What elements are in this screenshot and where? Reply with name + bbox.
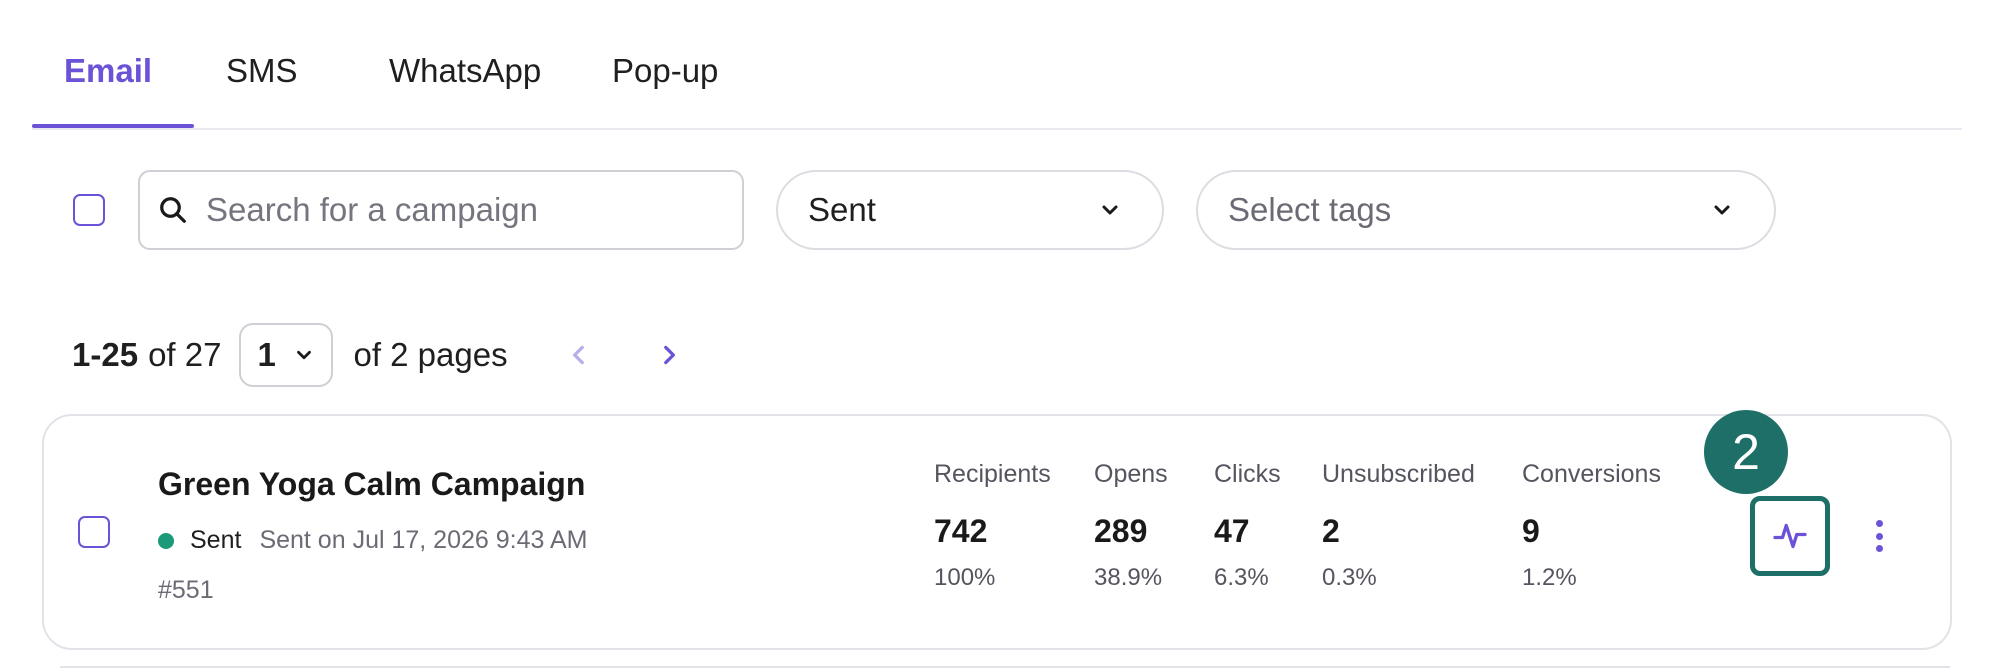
status-badge: Sent — [190, 526, 242, 554]
tab-popup[interactable]: Pop-up — [612, 52, 718, 90]
metric-label: Unsubscribed — [1322, 460, 1475, 488]
metric-percent: 1.2% — [1522, 564, 1577, 591]
metric-value: 2 — [1322, 513, 1340, 549]
campaigns-page: Email SMS WhatsApp Pop-up Sent Select ta… — [0, 0, 1992, 670]
tab-email[interactable]: Email — [64, 52, 152, 90]
more-dot — [1875, 545, 1883, 552]
campaign-title[interactable]: Green Yoga Calm Campaign — [158, 466, 585, 503]
metric-value: 742 — [934, 513, 988, 549]
current-page-value: 1 — [257, 336, 276, 373]
more-actions-button[interactable] — [1864, 516, 1894, 556]
activity-report-icon — [1773, 523, 1807, 549]
status-dot-icon — [158, 532, 174, 549]
chevron-down-icon — [297, 350, 312, 360]
metric-label: Conversions — [1522, 460, 1661, 488]
chevron-down-icon — [1714, 205, 1730, 215]
chevron-right-icon — [664, 345, 675, 365]
metric-opens: Opens 289 38.9% — [1094, 460, 1168, 592]
tab-sms[interactable]: SMS — [226, 52, 298, 90]
previous-page-button[interactable] — [562, 338, 596, 372]
metric-value: 47 — [1214, 513, 1250, 549]
next-page-button[interactable] — [652, 338, 686, 372]
metric-value: 9 — [1522, 513, 1540, 549]
status-dropdown-value: Sent — [808, 191, 876, 228]
metric-recipients: Recipients 742 100% — [934, 460, 1051, 592]
metric-label: Clicks — [1214, 460, 1281, 488]
metric-unsubscribed: Unsubscribed 2 0.3% — [1322, 460, 1475, 592]
campaign-checkbox[interactable] — [78, 516, 110, 548]
tags-dropdown[interactable]: Select tags — [1196, 170, 1776, 250]
metric-conversions: Conversions 9 1.2% — [1522, 460, 1661, 592]
chevron-left-icon — [573, 345, 584, 365]
tab-whatsapp[interactable]: WhatsApp — [389, 52, 541, 90]
campaign-status-row: Sent Sent on Jul 17, 2026 9:43 AM — [158, 526, 587, 555]
step-number-badge: 2 — [1704, 410, 1788, 494]
search-input[interactable] — [206, 191, 706, 229]
pagination-range: 1-25 — [72, 336, 139, 373]
metric-clicks: Clicks 47 6.3% — [1214, 460, 1281, 592]
more-dot — [1875, 532, 1883, 540]
campaign-id: #551 — [158, 576, 214, 604]
tags-dropdown-placeholder: Select tags — [1228, 191, 1392, 228]
active-tab-underline — [32, 124, 194, 128]
channel-tabs: Email SMS WhatsApp Pop-up — [32, 0, 1962, 130]
pagination: 1-25 of 27 1 of 2 pages — [72, 322, 508, 388]
search-icon — [160, 197, 186, 223]
next-card-edge — [60, 666, 1950, 670]
page-number-select[interactable]: 1 — [239, 323, 334, 387]
select-all-checkbox[interactable] — [73, 194, 105, 226]
pagination-total: of 27 — [148, 336, 222, 373]
more-vertical-icon — [1875, 520, 1883, 527]
view-report-button[interactable] — [1750, 496, 1830, 576]
metric-label: Opens — [1094, 460, 1168, 488]
sent-date: Sent on Jul 17, 2026 9:43 AM — [259, 526, 588, 554]
metric-percent: 0.3% — [1322, 564, 1377, 591]
metric-percent: 6.3% — [1214, 564, 1269, 591]
pagination-page-count: of 2 pages — [353, 336, 508, 373]
metric-percent: 38.9% — [1094, 564, 1163, 591]
metric-value: 289 — [1094, 513, 1148, 549]
metric-percent: 100% — [934, 564, 996, 591]
status-dropdown[interactable]: Sent — [776, 170, 1164, 250]
campaign-card[interactable]: Green Yoga Calm Campaign Sent Sent on Ju… — [42, 414, 1952, 650]
metric-label: Recipients — [934, 460, 1051, 488]
search-field[interactable] — [138, 170, 744, 250]
chevron-down-icon — [1102, 205, 1118, 215]
